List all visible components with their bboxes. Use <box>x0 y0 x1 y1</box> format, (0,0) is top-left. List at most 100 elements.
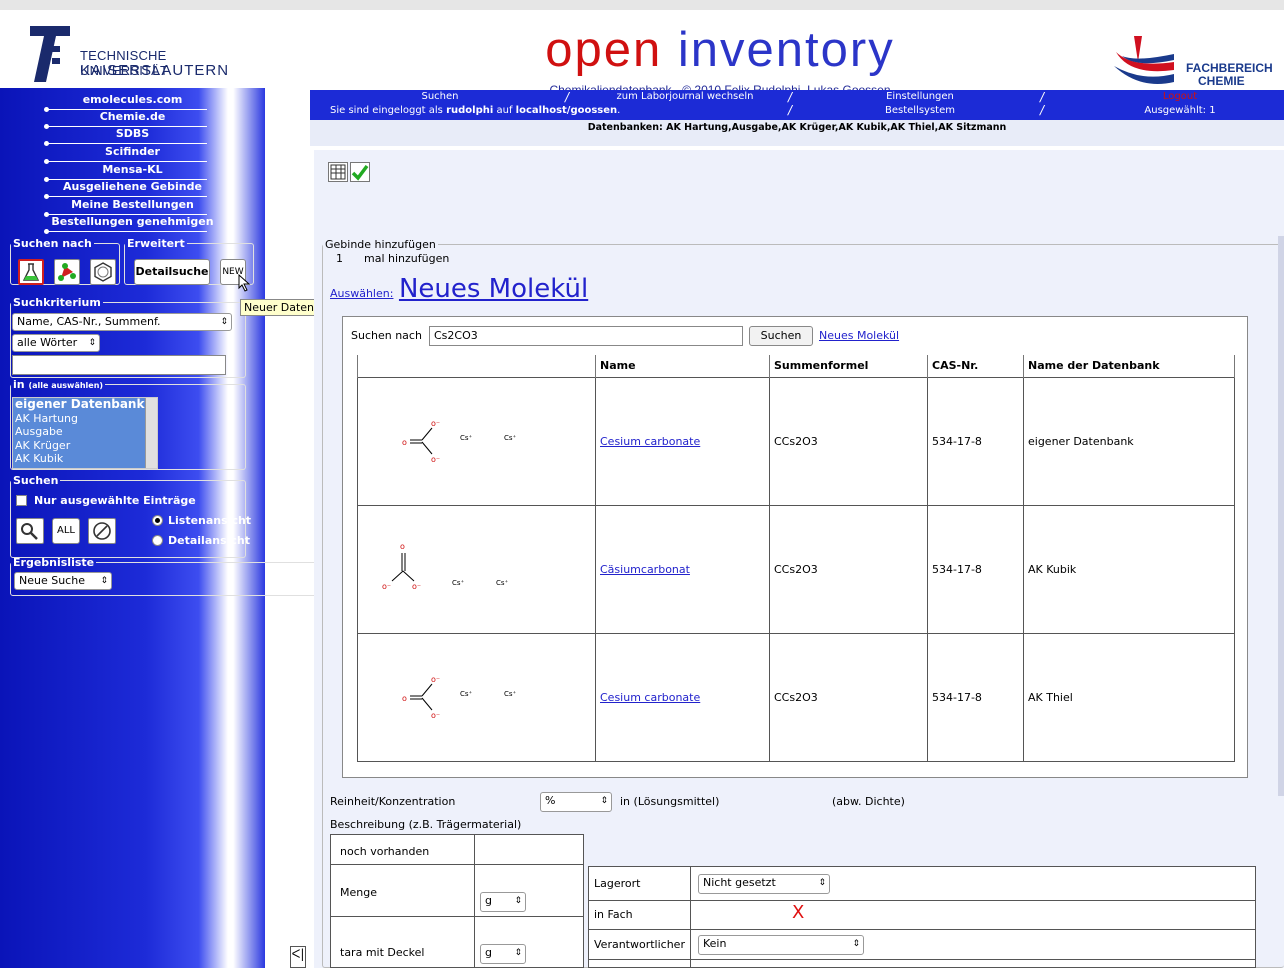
molecule-search-panel: Suchen nach Cs2CO3 Suchen Neues Molekül … <box>342 316 1248 778</box>
result-name-cell: Cäsiumcarbonat <box>595 504 770 634</box>
sidebar-link-emolecules[interactable]: emolecules.com <box>0 94 265 112</box>
nav-search[interactable]: Suchen <box>380 91 500 102</box>
result-name-link[interactable]: Cäsiumcarbonat <box>600 563 690 576</box>
result-name-link[interactable]: Cesium carbonate <box>600 435 700 448</box>
university-logo[interactable]: TECHNISCHE UNIVERSITÄT KAISERSLAUTERN <box>30 26 230 84</box>
database-option[interactable]: AK Kubik <box>15 452 157 466</box>
nav-separator: / <box>1040 90 1045 104</box>
quantity-label: Menge <box>340 886 377 899</box>
nav-settings[interactable]: Einstellungen <box>850 91 990 102</box>
result-formula-cell: CCs2O3 <box>769 504 928 634</box>
detail-view-label: Detailansicht <box>168 534 250 547</box>
molecule-search-button[interactable] <box>54 259 80 285</box>
selected-count: Ausgewählt: 1 <box>1144 105 1216 116</box>
table-header-row: Name Summenformel CAS-Nr. Name der Daten… <box>357 355 1235 377</box>
atom-label: o⁻ <box>431 455 440 464</box>
table-row[interactable]: o o⁻ o⁻ Cs⁺ Cs⁺ Cesium carbonate CCs2O3 … <box>357 632 1235 762</box>
table-view-button[interactable] <box>328 162 348 182</box>
sidebar-link-scifinder[interactable]: Scifinder <box>0 146 265 164</box>
detail-view-radio[interactable] <box>152 535 163 546</box>
database-option[interactable]: AK Krüger <box>15 439 157 453</box>
location-label: Lagerort <box>594 877 641 890</box>
purity-unit-select[interactable]: % ⇕ <box>540 792 612 812</box>
atom-label: o⁻ <box>431 675 440 684</box>
sidebar-link-sdbs[interactable]: SDBS <box>0 128 265 146</box>
new-molecule-link[interactable]: Neues Molekül <box>819 329 899 342</box>
collapse-sidebar-button[interactable]: ᐸ| <box>290 946 306 968</box>
sidebar-link-chemie[interactable]: Chemie.de <box>0 111 265 129</box>
detail-search-button[interactable]: Detailsuche <box>134 259 210 285</box>
nav-logout[interactable]: Logout <box>1110 91 1250 102</box>
result-database-cell: AK Kubik <box>1023 504 1235 634</box>
select-all-link[interactable]: (alle auswählen) <box>28 381 103 390</box>
molecule-search-button[interactable]: Suchen <box>749 326 813 346</box>
flask-search-button[interactable] <box>18 259 44 285</box>
selection-row: Auswählen: Neues Molekül <box>330 274 588 304</box>
select-link[interactable]: Auswählen: <box>330 287 393 300</box>
location-select[interactable]: Nicht gesetzt ⇕ <box>698 874 830 894</box>
purity-label: Reinheit/Konzentration <box>330 795 456 808</box>
show-all-button[interactable]: ALL <box>52 518 80 544</box>
top-navigation: Suchen / zum Laborjournal wechseln / Ein… <box>310 90 1284 146</box>
sidebar-link-bestellungen[interactable]: Meine Bestellungen <box>0 199 265 217</box>
molecule-search-input[interactable]: Cs2CO3 <box>429 326 743 346</box>
search-for-label: Suchen nach <box>351 329 422 342</box>
department-logo[interactable]: FACHBEREICH CHEMIE <box>1112 32 1284 92</box>
app-title: open inventory <box>490 24 950 76</box>
forbidden-icon <box>93 522 111 540</box>
quantity-unit-value: g <box>485 894 492 907</box>
result-list-select[interactable]: Neue Suche ⇕ <box>14 572 112 590</box>
column-header-database: Name der Datenbank <box>1023 355 1235 377</box>
select-arrows-icon: ⇕ <box>100 576 108 586</box>
words-select[interactable]: alle Wörter ⇕ <box>12 334 100 352</box>
database-option[interactable]: eigener Datenbank <box>15 398 157 412</box>
sidebar-link-genehmigen[interactable]: Bestellungen genehmigen <box>0 216 265 234</box>
result-name-cell: Cesium carbonate <box>595 632 770 762</box>
confirm-button[interactable] <box>350 162 370 182</box>
extended-legend: Erweitert <box>127 237 185 250</box>
databases-info: Datenbanken: AK Hartung,Ausgabe,AK Krüge… <box>310 120 1284 146</box>
database-option[interactable]: Ausgabe <box>15 425 157 439</box>
tare-label: tara mit Deckel <box>340 946 425 959</box>
checkmark-icon <box>351 164 369 181</box>
description-label: Beschreibung (z.B. Trägermaterial) <box>330 818 522 831</box>
search-text-input[interactable] <box>12 355 226 375</box>
database-option[interactable]: AK Hartung <box>15 412 157 426</box>
app-title-open: open <box>545 23 663 77</box>
search-button[interactable] <box>16 518 44 544</box>
scrollbar[interactable] <box>1278 236 1284 796</box>
search-type-legend: Suchen nach <box>13 237 92 250</box>
result-cas-cell: 534-17-8 <box>927 632 1024 762</box>
nav-separator: / <box>788 103 793 117</box>
molecule-search-value: Cs2CO3 <box>434 329 478 342</box>
result-formula-cell: CCs2O3 <box>769 376 928 506</box>
reset-button[interactable] <box>88 518 116 544</box>
structure-search-button[interactable] <box>90 259 116 285</box>
only-selected-checkbox[interactable] <box>16 495 27 506</box>
nav-journal[interactable]: zum Laborjournal wechseln <box>600 91 770 102</box>
remaining-label: noch vorhanden <box>340 845 430 858</box>
new-molecule-heading-link[interactable]: Neues Molekül <box>399 274 588 304</box>
solvent-label: in (Lösungsmittel) <box>620 795 720 808</box>
app-title-inventory: inventory <box>677 23 895 77</box>
nav-order-system[interactable]: Bestellsystem <box>850 105 990 116</box>
login-prefix: Sie sind eingeloggt als <box>330 105 443 116</box>
university-name-line2: KAISERSLAUTERN <box>80 62 230 79</box>
department-line2: CHEMIE <box>1198 74 1245 88</box>
tare-unit-select[interactable]: g ⇕ <box>480 944 526 964</box>
sidebar-link-ausgeliehene[interactable]: Ausgeliehene Gebinde <box>0 181 265 199</box>
table-row[interactable]: o o⁻ o⁻ Cs⁺ Cs⁺ Cesium carbonate CCs2O3 … <box>357 376 1235 506</box>
responsible-select[interactable]: Kein ⇕ <box>698 935 864 955</box>
quantity-unit-select[interactable]: g ⇕ <box>480 892 526 912</box>
list-view-radio[interactable] <box>152 515 163 526</box>
responsible-value: Kein <box>703 937 727 950</box>
database-listbox[interactable]: eigener Datenbank AK Hartung Ausgabe AK … <box>12 397 158 469</box>
atom-label: o⁻ <box>431 419 440 428</box>
column-header-formula: Summenformel <box>769 355 928 377</box>
sidebar-link-mensa[interactable]: Mensa-KL <box>0 164 265 182</box>
listbox-scrollbar[interactable] <box>145 398 157 468</box>
criteria-select[interactable]: Name, CAS-Nr., Summenf. ⇕ <box>12 313 232 331</box>
atom-label: Cs⁺ <box>504 690 517 698</box>
table-row[interactable]: o o⁻ o⁻ Cs⁺ Cs⁺ Cäsiumcarbonat CCs2O3 53… <box>357 504 1235 634</box>
result-name-link[interactable]: Cesium carbonate <box>600 691 700 704</box>
